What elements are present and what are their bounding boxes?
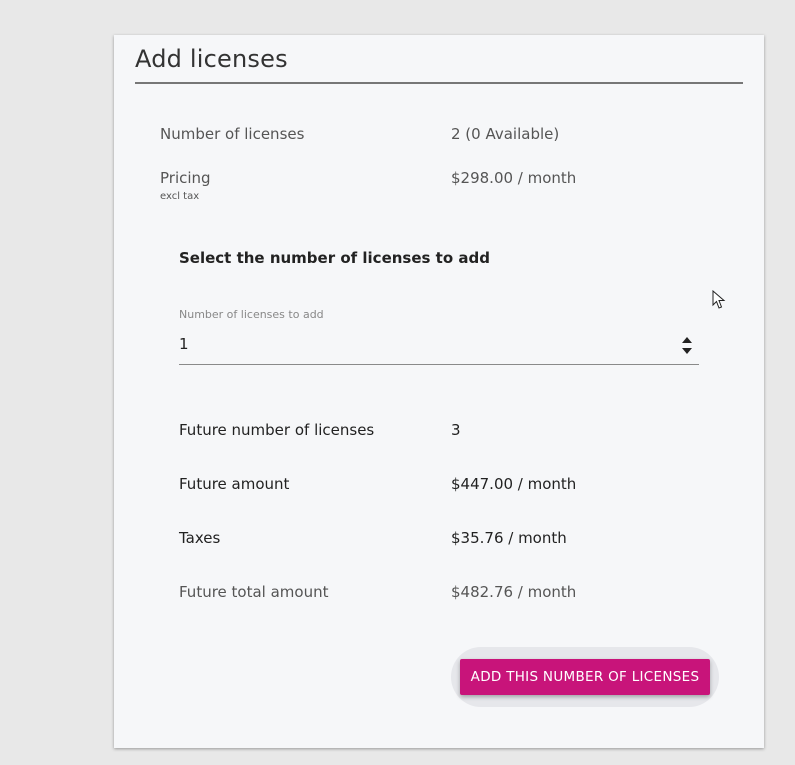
future-licenses-value: 3 <box>451 421 461 439</box>
field-underline <box>179 364 699 365</box>
select-licenses-heading: Select the number of licenses to add <box>179 249 490 267</box>
licenses-to-add-label: Number of licenses to add <box>179 308 324 321</box>
add-licenses-button[interactable]: ADD THIS NUMBER OF LICENSES <box>460 659 710 695</box>
pricing-note: excl tax <box>160 191 200 202</box>
title-divider <box>135 82 743 84</box>
number-of-licenses-value: 2 (0 Available) <box>451 125 560 143</box>
number-spinner-icon[interactable] <box>680 335 694 357</box>
future-total-label: Future total amount <box>179 583 329 601</box>
card-title: Add licenses <box>135 45 288 73</box>
future-amount-value: $447.00 / month <box>451 475 577 493</box>
pricing-value: $298.00 / month <box>451 169 577 187</box>
taxes-value: $35.76 / month <box>451 529 567 547</box>
taxes-label: Taxes <box>179 529 221 547</box>
decrement-arrow-icon[interactable] <box>682 348 692 354</box>
mouse-pointer-icon <box>712 290 726 309</box>
licenses-to-add-input[interactable]: 1 <box>179 335 189 353</box>
increment-arrow-icon[interactable] <box>682 337 692 343</box>
future-total-value: $482.76 / month <box>451 583 577 601</box>
pricing-label: Pricing <box>160 169 211 187</box>
add-licenses-card: Add licenses Number of licenses 2 (0 Ava… <box>114 35 764 748</box>
future-amount-label: Future amount <box>179 475 290 493</box>
future-licenses-label: Future number of licenses <box>179 421 375 439</box>
number-of-licenses-label: Number of licenses <box>160 125 305 143</box>
